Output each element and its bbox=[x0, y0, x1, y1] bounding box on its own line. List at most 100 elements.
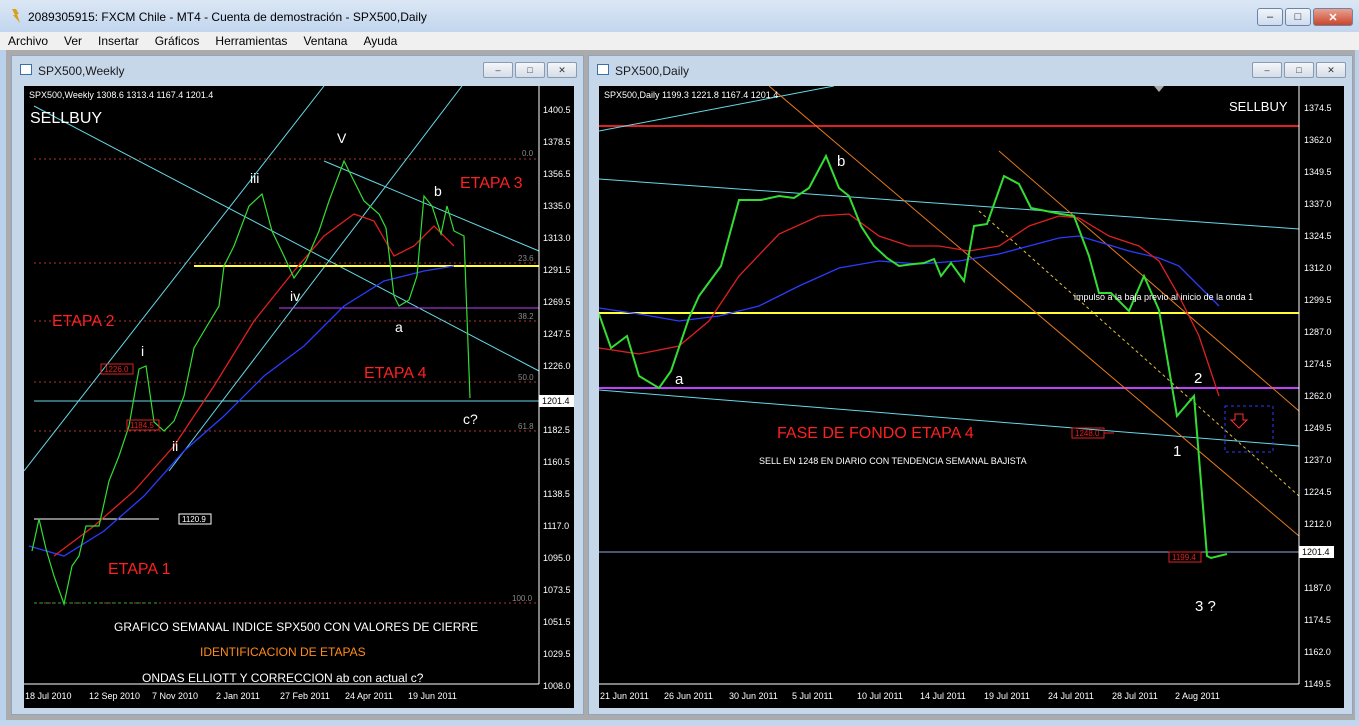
menu-ver[interactable]: Ver bbox=[56, 34, 90, 48]
d-date-8: 28 Jul 2011 bbox=[1112, 691, 1158, 701]
fib-0-label: 0.0 bbox=[522, 149, 534, 158]
w-axis-3: 1335.0 bbox=[543, 201, 571, 211]
stage-3-label: ETAPA 3 bbox=[460, 175, 523, 192]
d-date-4: 10 Jul 2011 bbox=[857, 691, 903, 701]
fib-50-label: 50.0 bbox=[518, 373, 534, 382]
price-tag-1184-text: 1184.5 bbox=[130, 421, 154, 430]
d-axis-8: 1274.5 bbox=[1304, 359, 1332, 369]
w-date-1: 12 Sep 2010 bbox=[89, 691, 140, 701]
daily-price-line bbox=[599, 153, 1228, 560]
app-titlebar: 2089305915: FXCM Chile - MT4 - Cuenta de… bbox=[0, 0, 1359, 32]
weekly-note-2: IDENTIFICACION DE ETAPAS bbox=[200, 645, 366, 659]
weekly-chart-window[interactable]: SPX500,Weekly – □ ✕ 0.0 23.6 38.2 50.0 6… bbox=[11, 55, 584, 715]
w-axis-14: 1095.0 bbox=[543, 553, 571, 563]
w-axis-1: 1378.5 bbox=[543, 137, 571, 147]
daily-minimize-button[interactable]: – bbox=[1252, 62, 1282, 78]
daily-wave-b-label: b bbox=[837, 153, 845, 170]
d-date-0: 21 Jun 2011 bbox=[600, 691, 649, 701]
w-date-6: 19 Jun 2011 bbox=[408, 691, 457, 701]
daily-chart-window[interactable]: SPX500,Daily – □ ✕ SPX500,Daily 1199.3 1… bbox=[588, 55, 1353, 715]
ma-blue-line bbox=[28, 265, 455, 557]
daily-maximize-button[interactable]: □ bbox=[1284, 62, 1314, 78]
price-tag-1199-text: 1199.4 bbox=[1172, 553, 1196, 562]
sell-arrow-icon bbox=[1229, 413, 1249, 429]
daily-wave-3-label: 3 ? bbox=[1195, 598, 1216, 615]
menu-graficos[interactable]: Gráficos bbox=[147, 34, 208, 48]
daily-wave-1-label: 1 bbox=[1173, 443, 1181, 460]
wave-b-label: b bbox=[434, 183, 442, 199]
w-axis-7: 1247.5 bbox=[543, 329, 571, 339]
w-axis-16: 1051.5 bbox=[543, 617, 571, 627]
stage-1-label: ETAPA 1 bbox=[108, 561, 171, 578]
d-date-9: 2 Aug 2011 bbox=[1175, 691, 1220, 701]
metatrader-icon bbox=[12, 9, 20, 23]
w-axis-6: 1269.5 bbox=[543, 297, 571, 307]
d-axis-6: 1299.5 bbox=[1304, 295, 1332, 305]
sell-zone-box bbox=[1224, 405, 1274, 453]
maximize-button[interactable]: □ bbox=[1285, 8, 1311, 26]
daily-close-button[interactable]: ✕ bbox=[1316, 62, 1346, 78]
wave-ii-label: ii bbox=[172, 438, 178, 454]
daily-brand: SELLBUY bbox=[1229, 99, 1288, 114]
w-date-4: 27 Feb 2011 bbox=[280, 691, 330, 701]
d-date-2: 30 Jun 2011 bbox=[729, 691, 778, 701]
menu-herramientas[interactable]: Herramientas bbox=[207, 34, 295, 48]
d-date-3: 5 Jul 2011 bbox=[792, 691, 833, 701]
w-axis-10: 1182.5 bbox=[543, 425, 570, 435]
daily-window-title: SPX500,Daily bbox=[615, 64, 690, 78]
shift-marker-icon bbox=[1154, 86, 1164, 92]
daily-wave-2-label: 2 bbox=[1194, 370, 1202, 387]
weekly-note-3: ONDAS ELLIOTT Y CORRECCION ab con actual… bbox=[142, 671, 424, 685]
impulse-note: impulso a la baja previo al inicio de la… bbox=[1074, 292, 1253, 302]
daily-current-price: 1201.4 bbox=[1302, 547, 1330, 557]
d-axis-1: 1362.0 bbox=[1304, 135, 1332, 145]
close-button[interactable]: ✕ bbox=[1313, 8, 1353, 26]
stage-4-note: FASE DE FONDO ETAPA 4 bbox=[777, 425, 974, 442]
d-axis-17: 1162.0 bbox=[1304, 647, 1331, 657]
d-axis-2: 1349.5 bbox=[1304, 167, 1332, 177]
menu-ayuda[interactable]: Ayuda bbox=[355, 34, 405, 48]
weekly-close-button[interactable]: ✕ bbox=[547, 62, 577, 78]
d-axis-10: 1249.5 bbox=[1304, 423, 1332, 433]
w-axis-8: 1226.0 bbox=[543, 361, 571, 371]
menu-insertar[interactable]: Insertar bbox=[90, 34, 147, 48]
window-title: 2089305915: FXCM Chile - MT4 - Cuenta de… bbox=[28, 10, 427, 24]
menu-bar: Archivo Ver Insertar Gráficos Herramient… bbox=[0, 32, 1359, 50]
bottom-tab-strip bbox=[0, 720, 1359, 726]
channel-line-2 bbox=[168, 86, 463, 472]
w-axis-0: 1400.5 bbox=[543, 105, 571, 115]
chart-window-icon bbox=[597, 64, 609, 75]
d-axis-9: 1262.0 bbox=[1304, 391, 1332, 401]
wave-a-label: a bbox=[395, 319, 403, 335]
minimize-button[interactable]: – bbox=[1257, 8, 1283, 26]
weekly-chart-area[interactable]: 0.0 23.6 38.2 50.0 61.8 100.0 1226.0 118… bbox=[24, 86, 574, 708]
fib-100-label: 100.0 bbox=[512, 594, 533, 603]
daily-chart-area[interactable]: SPX500,Daily 1199.3 1221.8 1167.4 1201.4… bbox=[599, 86, 1344, 708]
wave-iii-label: iii bbox=[250, 170, 259, 186]
weekly-minimize-button[interactable]: – bbox=[483, 62, 513, 78]
d-date-5: 14 Jul 2011 bbox=[920, 691, 966, 701]
d-axis-16: 1174.5 bbox=[1304, 615, 1331, 625]
orange-channel-2 bbox=[998, 150, 1300, 412]
weekly-chart-svg: 0.0 23.6 38.2 50.0 61.8 100.0 1226.0 118… bbox=[24, 86, 574, 701]
d-date-1: 26 Jun 2011 bbox=[664, 691, 713, 701]
price-tag-1120-text: 1120.9 bbox=[182, 515, 206, 524]
menu-archivo[interactable]: Archivo bbox=[0, 34, 56, 48]
w-axis-11: 1160.5 bbox=[543, 457, 570, 467]
weekly-maximize-button[interactable]: □ bbox=[515, 62, 545, 78]
fib-38-label: 38.2 bbox=[518, 312, 534, 321]
d-date-6: 19 Jul 2011 bbox=[984, 691, 1030, 701]
price-tag-1248-text: 1248.0 bbox=[1075, 429, 1100, 438]
wave-i-label: i bbox=[141, 343, 144, 359]
stage-2-label: ETAPA 2 bbox=[52, 313, 115, 330]
w-date-2: 7 Nov 2010 bbox=[152, 691, 198, 701]
d-date-7: 24 Jul 2011 bbox=[1048, 691, 1094, 701]
channel-line-1 bbox=[24, 86, 325, 472]
daily-ma-red bbox=[599, 213, 1220, 397]
w-axis-2: 1356.5 bbox=[543, 169, 571, 179]
d-axis-11: 1237.0 bbox=[1304, 455, 1332, 465]
weekly-note-1: GRAFICO SEMANAL INDICE SPX500 CON VALORE… bbox=[114, 620, 478, 634]
cyan-line-mid bbox=[599, 178, 1300, 230]
w-axis-4: 1313.0 bbox=[543, 233, 571, 243]
menu-ventana[interactable]: Ventana bbox=[295, 34, 355, 48]
